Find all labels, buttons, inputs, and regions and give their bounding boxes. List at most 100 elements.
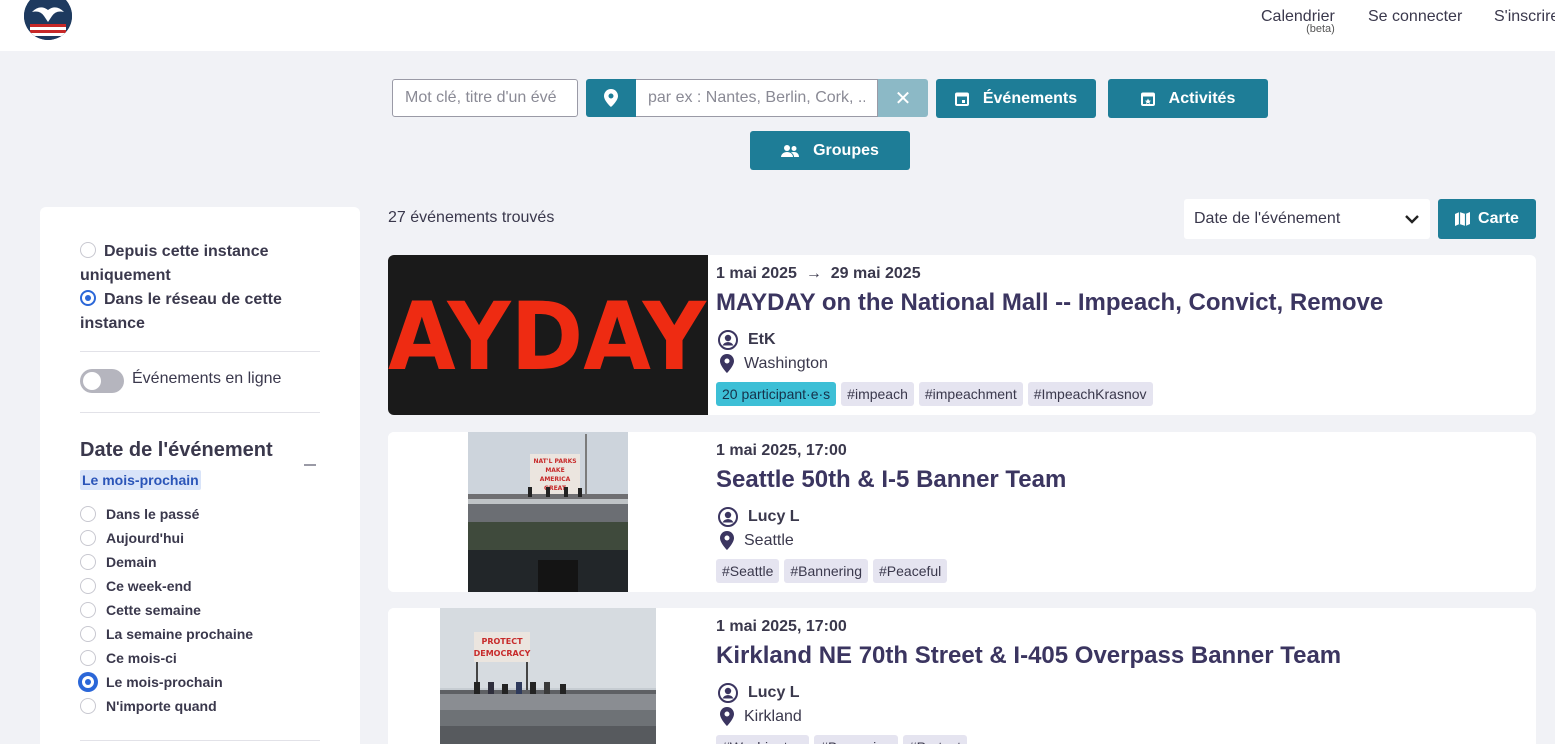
date-option-next-week[interactable]: La semaine prochaine <box>80 625 253 643</box>
event-organizer: Lucy L <box>718 683 800 703</box>
map-marker-icon <box>720 707 734 726</box>
radio-button[interactable] <box>80 650 96 667</box>
date-option-this-week[interactable]: Cette semaine <box>80 601 201 619</box>
date-option-label: Dans le passé <box>106 506 200 522</box>
collapse-icon[interactable] <box>304 464 316 466</box>
event-date: 1 mai 2025 → 29 mai 2025 <box>716 265 921 283</box>
groups-search-button[interactable]: Groupes <box>750 131 910 170</box>
date-option-label: Le mois-prochain <box>106 674 223 690</box>
map-icon <box>1455 212 1471 226</box>
event-tag[interactable]: #ImpeachKrasnov <box>1027 382 1153 406</box>
date-option-tomorrow[interactable]: Demain <box>80 553 157 571</box>
groups-search-label: Groupes <box>813 141 879 159</box>
radio-button[interactable] <box>80 242 96 259</box>
event-organizer-name: EtK <box>748 331 776 348</box>
event-tag[interactable]: #Washington <box>716 735 810 744</box>
date-option-weekend[interactable]: Ce week-end <box>80 577 192 595</box>
event-date-start: 1 mai 2025 <box>716 265 797 282</box>
event-image: AYDAY <box>388 255 708 415</box>
date-option-label: La semaine prochaine <box>106 626 254 642</box>
keyword-search-input[interactable] <box>392 79 578 117</box>
participants-tag: 20 participant·e·s <box>716 382 837 406</box>
event-date: 1 mai 2025, 17:00 <box>716 618 847 635</box>
site-logo[interactable] <box>24 0 72 40</box>
sort-select-value: Date de l'événement <box>1194 210 1341 227</box>
radio-button[interactable] <box>80 602 96 619</box>
beta-badge: (beta) <box>1306 23 1335 35</box>
event-location: Kirkland <box>720 707 802 726</box>
date-option-next-month[interactable]: Le mois-prochain <box>80 673 223 691</box>
divider <box>80 412 320 413</box>
event-location: Seattle <box>720 531 794 550</box>
top-navbar: Calendrier (beta) Se connecter S'inscrir… <box>0 0 1555 51</box>
radio-button[interactable] <box>80 626 96 643</box>
event-image: PROTECT DEMOCRACY <box>388 608 708 744</box>
event-tags: 20 participant·e·s #impeach #impeachment… <box>716 382 1153 406</box>
divider <box>80 740 320 741</box>
radio-button[interactable] <box>80 674 96 691</box>
event-location-name: Seattle <box>744 531 794 549</box>
event-tag[interactable]: #Protest <box>902 735 967 744</box>
activities-search-button[interactable]: Activités <box>1108 79 1268 118</box>
date-option-label: Ce mois-ci <box>106 650 177 666</box>
event-tag[interactable]: #Bannering <box>784 559 868 583</box>
filter-sidebar: Depuis cette instance uniquement Dans le… <box>40 207 360 744</box>
nav-signup[interactable]: S'inscrire <box>1494 8 1555 26</box>
source-option-instance[interactable]: Depuis cette instance uniquement <box>80 240 320 288</box>
sort-select[interactable]: Date de l'événement <box>1184 199 1430 239</box>
event-tags: #Washington #Bannering #Protest <box>716 735 967 744</box>
banner-text-line: DEMOCRACY <box>474 649 531 658</box>
date-option-label: N'importe quand <box>106 698 217 714</box>
source-option-label: Depuis cette instance uniquement <box>80 243 269 284</box>
event-location: Washington <box>720 354 828 373</box>
event-tag[interactable]: #Bannering <box>814 735 898 744</box>
results-count: 27 événements trouvés <box>388 209 555 226</box>
source-option-label: Dans le réseau de cette instance <box>80 291 282 332</box>
event-tag[interactable]: #Seattle <box>716 559 780 583</box>
radio-button[interactable] <box>80 530 96 547</box>
radio-button[interactable] <box>80 290 96 307</box>
activities-search-label: Activités <box>1168 89 1236 107</box>
location-button[interactable] <box>586 79 636 117</box>
source-option-network[interactable]: Dans le réseau de cette instance <box>80 288 320 336</box>
date-option-this-month[interactable]: Ce mois-ci <box>80 649 177 667</box>
date-option-past[interactable]: Dans le passé <box>80 505 199 523</box>
event-title[interactable]: MAYDAY on the National Mall -- Impeach, … <box>716 289 1383 317</box>
event-organizer-name: Lucy L <box>748 508 800 525</box>
radio-button[interactable] <box>80 506 96 523</box>
banner-text-line: PROTECT <box>481 637 523 646</box>
date-option-anytime[interactable]: N'importe quand <box>80 697 217 715</box>
event-tag[interactable]: #impeachment <box>918 382 1023 406</box>
event-tag[interactable]: #Peaceful <box>873 559 948 583</box>
banner-text-line: NAT'L PARKS <box>533 458 576 465</box>
date-option-label: Cette semaine <box>106 602 201 618</box>
date-option-today[interactable]: Aujourd'hui <box>80 529 184 547</box>
event-location-name: Washington <box>744 354 828 372</box>
location-clear-button[interactable]: ✕ <box>878 79 928 117</box>
calendar-icon <box>954 92 969 106</box>
online-events-toggle[interactable] <box>80 369 124 393</box>
event-organizer: Lucy L <box>718 507 800 527</box>
users-icon <box>781 144 800 157</box>
location-search-input[interactable] <box>636 79 878 117</box>
radio-button[interactable] <box>80 698 96 715</box>
map-marker-icon <box>720 354 734 373</box>
date-filter-title[interactable]: Date de l'événement <box>80 439 273 462</box>
nav-calendar[interactable]: Calendrier (beta) <box>1261 8 1335 35</box>
event-title[interactable]: Kirkland NE 70th Street & I-405 Overpass… <box>716 642 1341 670</box>
event-card[interactable]: PROTECT DEMOCRACY 1 mai 2025, 17:00 Kirk… <box>388 608 1536 744</box>
event-title[interactable]: Seattle 50th & I-5 Banner Team <box>716 466 1066 494</box>
nav-login[interactable]: Se connecter <box>1368 8 1462 26</box>
date-option-label: Ce week-end <box>106 578 192 594</box>
radio-button[interactable] <box>80 554 96 571</box>
radio-button[interactable] <box>80 578 96 595</box>
events-search-button[interactable]: Événements <box>936 79 1096 118</box>
user-circle-icon <box>718 507 738 527</box>
event-card[interactable]: NAT'L PARKS MAKE AMERICA GREAT 1 mai 202… <box>388 432 1536 592</box>
calendar-star-icon <box>1140 92 1155 106</box>
map-pin-icon <box>604 89 618 107</box>
event-tag[interactable]: #impeach <box>841 382 914 406</box>
user-circle-icon <box>718 330 738 350</box>
map-view-button[interactable]: Carte <box>1438 199 1536 239</box>
event-card[interactable]: AYDAY 1 mai 2025 → 29 mai 2025 MAYDAY on… <box>388 255 1536 415</box>
